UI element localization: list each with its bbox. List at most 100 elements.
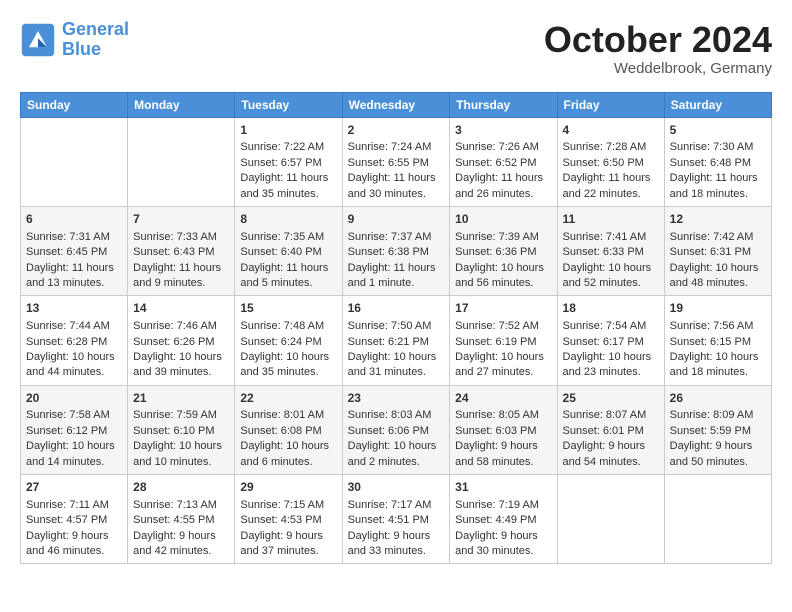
day-number: 22: [240, 390, 336, 407]
day-number: 10: [455, 211, 551, 228]
cell-text: Sunrise: 7:50 AM: [348, 319, 445, 334]
calendar-cell: [128, 117, 235, 206]
cell-text: Daylight: 9 hours and 42 minutes.: [133, 529, 229, 560]
cell-text: Sunset: 6:12 PM: [26, 424, 122, 439]
calendar-cell: 2Sunrise: 7:24 AMSunset: 6:55 PMDaylight…: [342, 117, 450, 206]
cell-text: Sunset: 6:45 PM: [26, 245, 122, 260]
cell-text: Sunrise: 7:30 AM: [670, 140, 766, 155]
day-number: 7: [133, 211, 229, 228]
day-number: 24: [455, 390, 551, 407]
cell-text: Daylight: 10 hours and 14 minutes.: [26, 439, 122, 470]
cell-text: Sunrise: 7:15 AM: [240, 498, 336, 513]
cell-text: Daylight: 10 hours and 18 minutes.: [670, 350, 766, 381]
cell-text: Sunset: 6:19 PM: [455, 335, 551, 350]
cell-text: Sunset: 6:31 PM: [670, 245, 766, 260]
cell-text: Sunset: 6:57 PM: [240, 156, 336, 171]
calendar-cell: 23Sunrise: 8:03 AMSunset: 6:06 PMDayligh…: [342, 385, 450, 474]
cell-text: Sunset: 4:57 PM: [26, 513, 122, 528]
calendar-body: 1Sunrise: 7:22 AMSunset: 6:57 PMDaylight…: [21, 117, 772, 564]
page-header: General Blue October 2024 Weddelbrook, G…: [20, 20, 772, 77]
day-number: 2: [348, 122, 445, 139]
cell-text: Daylight: 10 hours and 10 minutes.: [133, 439, 229, 470]
day-header-tuesday: Tuesday: [235, 92, 342, 117]
cell-text: Sunrise: 7:41 AM: [563, 230, 659, 245]
calendar-cell: [557, 475, 664, 564]
day-number: 19: [670, 300, 766, 317]
cell-text: Sunset: 6:40 PM: [240, 245, 336, 260]
cell-text: Sunrise: 7:56 AM: [670, 319, 766, 334]
day-number: 25: [563, 390, 659, 407]
cell-text: Daylight: 9 hours and 30 minutes.: [455, 529, 551, 560]
calendar-cell: 18Sunrise: 7:54 AMSunset: 6:17 PMDayligh…: [557, 296, 664, 385]
cell-text: Sunset: 6:26 PM: [133, 335, 229, 350]
cell-text: Sunset: 4:49 PM: [455, 513, 551, 528]
calendar-cell: 22Sunrise: 8:01 AMSunset: 6:08 PMDayligh…: [235, 385, 342, 474]
calendar-cell: 3Sunrise: 7:26 AMSunset: 6:52 PMDaylight…: [450, 117, 557, 206]
cell-text: Daylight: 9 hours and 46 minutes.: [26, 529, 122, 560]
cell-text: Sunset: 5:59 PM: [670, 424, 766, 439]
cell-text: Sunset: 6:01 PM: [563, 424, 659, 439]
calendar-cell: 5Sunrise: 7:30 AMSunset: 6:48 PMDaylight…: [664, 117, 771, 206]
calendar-cell: 12Sunrise: 7:42 AMSunset: 6:31 PMDayligh…: [664, 206, 771, 295]
cell-text: Sunset: 6:17 PM: [563, 335, 659, 350]
logo-icon: [20, 22, 56, 58]
calendar-cell: 29Sunrise: 7:15 AMSunset: 4:53 PMDayligh…: [235, 475, 342, 564]
cell-text: Daylight: 9 hours and 58 minutes.: [455, 439, 551, 470]
calendar-cell: 6Sunrise: 7:31 AMSunset: 6:45 PMDaylight…: [21, 206, 128, 295]
cell-text: Daylight: 10 hours and 44 minutes.: [26, 350, 122, 381]
calendar-cell: 11Sunrise: 7:41 AMSunset: 6:33 PMDayligh…: [557, 206, 664, 295]
cell-text: Daylight: 11 hours and 18 minutes.: [670, 171, 766, 202]
calendar-cell: 9Sunrise: 7:37 AMSunset: 6:38 PMDaylight…: [342, 206, 450, 295]
day-number: 5: [670, 122, 766, 139]
day-number: 11: [563, 211, 659, 228]
cell-text: Sunrise: 7:17 AM: [348, 498, 445, 513]
day-header-thursday: Thursday: [450, 92, 557, 117]
day-number: 1: [240, 122, 336, 139]
calendar-cell: 20Sunrise: 7:58 AMSunset: 6:12 PMDayligh…: [21, 385, 128, 474]
cell-text: Daylight: 10 hours and 48 minutes.: [670, 261, 766, 292]
cell-text: Sunset: 6:03 PM: [455, 424, 551, 439]
cell-text: Sunrise: 7:37 AM: [348, 230, 445, 245]
cell-text: Sunset: 6:24 PM: [240, 335, 336, 350]
calendar-cell: [21, 117, 128, 206]
day-number: 6: [26, 211, 122, 228]
calendar-cell: 31 Sunrise: 7:19 AMSunset: 4:49 PMDayligh…: [450, 475, 557, 564]
cell-text: Sunrise: 7:33 AM: [133, 230, 229, 245]
day-number: 31: [455, 479, 551, 496]
day-number: 3: [455, 122, 551, 139]
cell-text: Daylight: 10 hours and 39 minutes.: [133, 350, 229, 381]
cell-text: Daylight: 11 hours and 26 minutes.: [455, 171, 551, 202]
day-header-sunday: Sunday: [21, 92, 128, 117]
calendar-cell: 27Sunrise: 7:11 AMSunset: 4:57 PMDayligh…: [21, 475, 128, 564]
day-number: 14: [133, 300, 229, 317]
day-number: 27: [26, 479, 122, 496]
day-number: 17: [455, 300, 551, 317]
cell-text: Sunset: 4:55 PM: [133, 513, 229, 528]
cell-text: Sunset: 6:43 PM: [133, 245, 229, 260]
cell-text: Sunset: 4:51 PM: [348, 513, 445, 528]
calendar-week-3: 13Sunrise: 7:44 AMSunset: 6:28 PMDayligh…: [21, 296, 772, 385]
cell-text: Sunset: 6:36 PM: [455, 245, 551, 260]
calendar-cell: 24Sunrise: 8:05 AMSunset: 6:03 PMDayligh…: [450, 385, 557, 474]
cell-text: Daylight: 10 hours and 23 minutes.: [563, 350, 659, 381]
day-number: 8: [240, 211, 336, 228]
cell-text: Sunrise: 7:13 AM: [133, 498, 229, 513]
calendar-cell: 13Sunrise: 7:44 AMSunset: 6:28 PMDayligh…: [21, 296, 128, 385]
calendar-cell: 15Sunrise: 7:48 AMSunset: 6:24 PMDayligh…: [235, 296, 342, 385]
cell-text: Sunrise: 7:19 AM: [455, 498, 551, 513]
cell-text: Sunset: 6:08 PM: [240, 424, 336, 439]
calendar-cell: 21Sunrise: 7:59 AMSunset: 6:10 PMDayligh…: [128, 385, 235, 474]
title-block: October 2024 Weddelbrook, Germany: [544, 20, 772, 77]
cell-text: Daylight: 11 hours and 5 minutes.: [240, 261, 336, 292]
cell-text: Sunset: 6:15 PM: [670, 335, 766, 350]
calendar-week-4: 20Sunrise: 7:58 AMSunset: 6:12 PMDayligh…: [21, 385, 772, 474]
cell-text: Daylight: 10 hours and 31 minutes.: [348, 350, 445, 381]
cell-text: Sunset: 6:50 PM: [563, 156, 659, 171]
day-header-friday: Friday: [557, 92, 664, 117]
cell-text: Sunrise: 7:59 AM: [133, 408, 229, 423]
cell-text: Daylight: 9 hours and 37 minutes.: [240, 529, 336, 560]
location: Weddelbrook, Germany: [544, 60, 772, 77]
day-header-wednesday: Wednesday: [342, 92, 450, 117]
calendar-cell: 26Sunrise: 8:09 AMSunset: 5:59 PMDayligh…: [664, 385, 771, 474]
cell-text: Sunrise: 7:42 AM: [670, 230, 766, 245]
